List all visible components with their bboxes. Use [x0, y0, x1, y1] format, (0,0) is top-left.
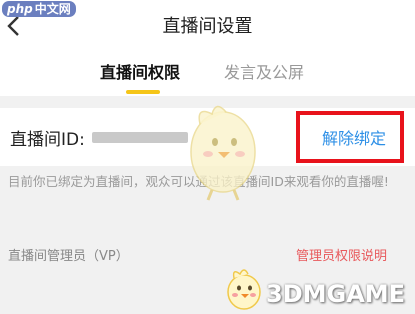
3dmgame-watermark: 3DMGAME [266, 280, 406, 308]
tab-bar: 直播间权限 发言及公屏 [0, 50, 415, 96]
unbind-button[interactable]: 解除绑定 [322, 125, 386, 149]
vp-label: 直播间管理员（VP） [8, 249, 129, 264]
admin-permissions-link[interactable]: 管理员权限说明 [296, 245, 387, 264]
chick-logo-watermark [227, 269, 261, 310]
vp-row: 直播间管理员（VP） 管理员权限说明 [0, 234, 415, 272]
room-id-redacted [92, 132, 188, 143]
page-title: 直播间设置 [162, 16, 253, 37]
tab-chat-settings[interactable]: 发言及公屏 [224, 62, 304, 84]
room-id-label: 直播间ID: [10, 130, 85, 150]
active-tab-indicator [126, 90, 160, 94]
tab-room-permissions[interactable]: 直播间权限 [100, 62, 180, 84]
chick-mascot-watermark [190, 105, 256, 201]
header-bar: php 中文网 直播间设置 [0, 0, 415, 50]
